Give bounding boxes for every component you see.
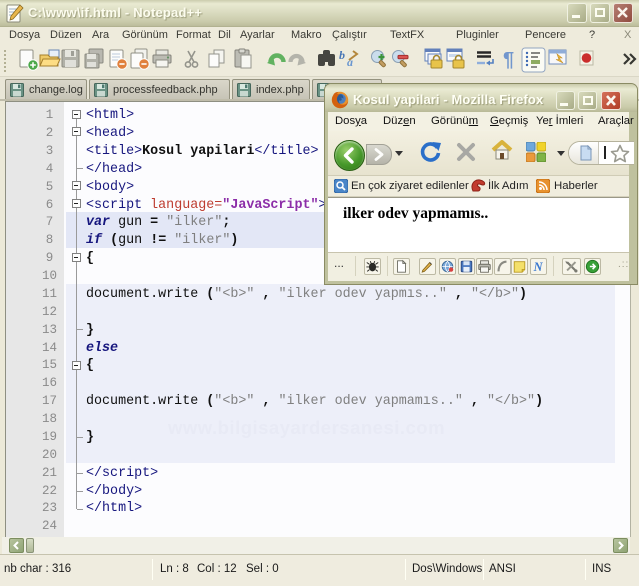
svg-text:¶: ¶ xyxy=(503,49,514,71)
svg-text:N: N xyxy=(533,260,544,274)
svg-text:b: b xyxy=(339,48,345,62)
